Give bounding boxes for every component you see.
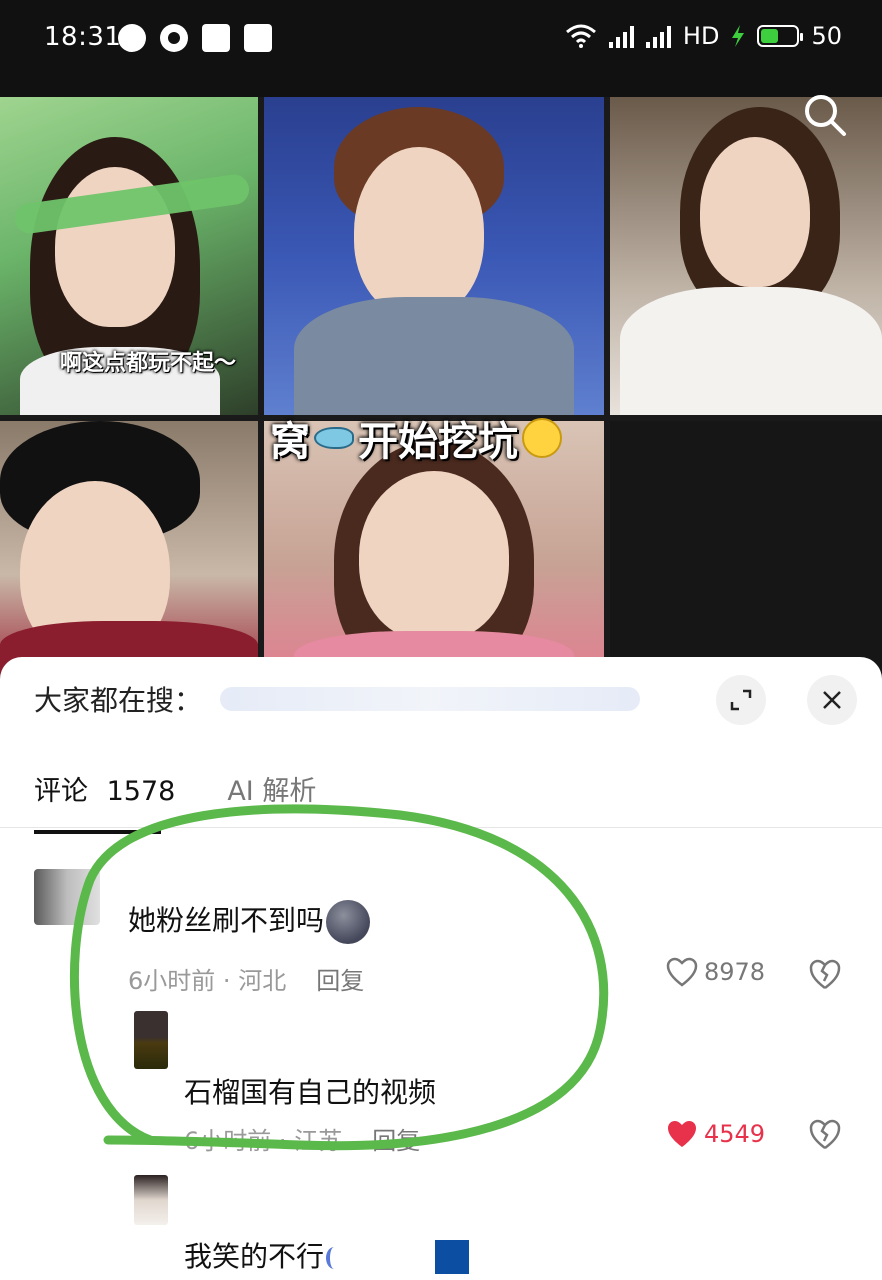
- comment-time: 6小时前: [128, 967, 216, 995]
- like-button[interactable]: 4549: [666, 1119, 765, 1149]
- signal-5g-icon-2: [645, 24, 671, 48]
- video-tile-6: [610, 421, 882, 677]
- comment-meta: 6小时前 · 河北 回复: [128, 961, 364, 996]
- comment-panel: 大家都在搜： 评论 1578 AI 解析 她粉丝刷不到吗 6小时前 · 河北 回…: [0, 657, 882, 1280]
- expand-icon: [730, 689, 752, 711]
- like-button[interactable]: 8978: [666, 957, 765, 987]
- app-notification-icon: [160, 24, 188, 52]
- heart-filled-icon: [668, 1121, 696, 1147]
- network-type: HD: [682, 22, 720, 50]
- comment-time: 6小时前: [184, 1127, 272, 1155]
- like-count: 8978: [704, 958, 766, 986]
- expand-button[interactable]: [716, 675, 766, 725]
- shopping-icon: [244, 24, 272, 52]
- tab-comments[interactable]: 评论 1578: [34, 769, 176, 834]
- video-caption-big: 窝 开始挖坑: [270, 409, 562, 467]
- smile-emoji-icon: [522, 418, 562, 458]
- comment-text: 我笑的不行: [184, 1235, 342, 1275]
- moon-face-emoji-icon: [326, 900, 371, 944]
- video-tile-2: [264, 97, 604, 415]
- avatar[interactable]: [134, 1175, 168, 1225]
- notification-icons: [118, 24, 272, 52]
- trending-search-label: 大家都在搜：: [34, 684, 203, 717]
- caption-text-b: 开始挖坑: [358, 419, 518, 465]
- close-button[interactable]: [807, 675, 857, 725]
- message-icon: [118, 24, 146, 52]
- trending-search-query-blurred[interactable]: [220, 687, 641, 711]
- comment-meta: 6小时前 · 江苏 回复: [184, 1121, 420, 1156]
- video-tile-4: [0, 421, 258, 677]
- video-player[interactable]: 啊这点都玩不起～ 窝 开始挖坑: [0, 97, 882, 677]
- comment-location: 河北: [238, 967, 287, 995]
- comment-tabs: 评论 1578 AI 解析: [34, 769, 316, 834]
- overlay-square-icon: [435, 1240, 469, 1274]
- comment-location: 江苏: [294, 1127, 343, 1155]
- status-indicators: HD 50: [565, 22, 842, 50]
- mail-icon: [202, 24, 230, 52]
- comment-text-content: 她粉丝刷不到吗: [128, 904, 325, 937]
- like-count: 4549: [704, 1120, 766, 1148]
- fish-emoji-icon: [314, 427, 354, 449]
- tab-ai-analysis[interactable]: AI 解析: [227, 769, 316, 830]
- battery-percent: 50: [811, 22, 842, 50]
- close-icon: [823, 691, 841, 709]
- search-icon[interactable]: [802, 92, 848, 138]
- video-caption-small: 啊这点都玩不起～: [60, 351, 237, 376]
- signal-5g-icon: [608, 24, 634, 48]
- crescent-emoji-icon: [326, 1247, 342, 1269]
- meta-separator: ·: [222, 967, 231, 995]
- battery-icon: [757, 25, 804, 47]
- tab-ai-label: AI 解析: [227, 776, 317, 807]
- reply-button[interactable]: 回复: [316, 961, 364, 996]
- tab-comments-count: 1578: [106, 776, 176, 807]
- status-bar: 18:31 HD 50: [0, 0, 882, 97]
- reply-button[interactable]: 回复: [372, 1121, 420, 1156]
- video-tile-3: [610, 97, 882, 415]
- dislike-broken-heart-icon[interactable]: [808, 957, 842, 991]
- charging-icon: [732, 25, 745, 47]
- comment-text: 石榴国有自己的视频: [184, 1076, 437, 1109]
- tab-divider: [0, 827, 882, 828]
- comment-text-content: 我笑的不行: [184, 1240, 325, 1273]
- meta-separator: ·: [278, 1127, 287, 1155]
- trending-search[interactable]: 大家都在搜：: [34, 679, 641, 719]
- status-time: 18:31: [44, 22, 122, 52]
- dislike-broken-heart-icon[interactable]: [808, 1117, 842, 1151]
- comment-text: 她粉丝刷不到吗: [128, 899, 371, 944]
- wifi-icon: [565, 24, 596, 48]
- heart-outline-icon: [666, 957, 698, 987]
- avatar[interactable]: [134, 1011, 168, 1069]
- tab-comments-label: 评论: [34, 776, 88, 807]
- caption-text-a: 窝: [270, 419, 310, 465]
- avatar[interactable]: [34, 869, 100, 925]
